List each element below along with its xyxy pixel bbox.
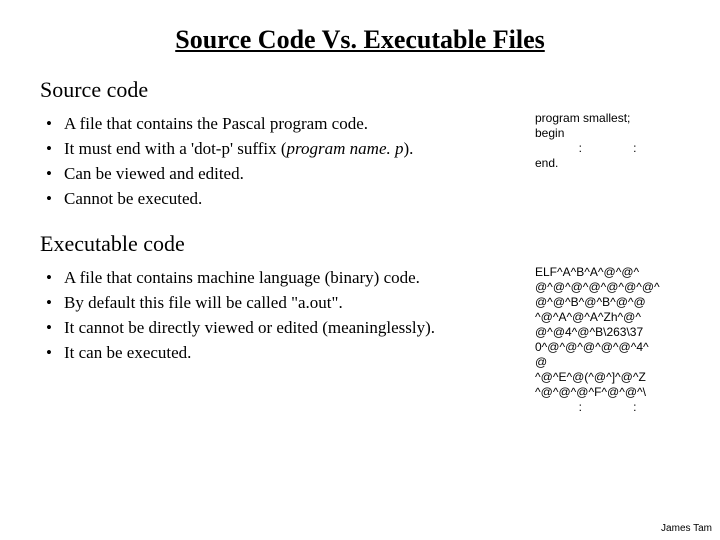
list-item: •Can be viewed and edited. [46,163,515,186]
code-line: ^@^E^@(^@^]^@^Z [535,370,680,385]
slide: Source Code Vs. Executable Files Source … [0,0,720,425]
section-heading-source: Source code [40,77,680,103]
list-item: •By default this file will be called "a.… [46,292,515,315]
slide-title: Source Code Vs. Executable Files [40,25,680,55]
code-line: end. [535,156,680,171]
list-item: •It cannot be directly viewed or edited … [46,317,515,340]
list-item: •A file that contains machine language (… [46,267,515,290]
ellipsis-row: :: [535,400,680,415]
code-line: begin [535,126,680,141]
bullet-list-executable: •A file that contains machine language (… [40,265,515,367]
bullet-italic: program name. p [287,139,404,158]
bullet-tail: ). [404,139,414,158]
list-item: •It can be executed. [46,342,515,365]
bullet-text: Cannot be executed. [64,189,202,208]
code-line: ^@^@^@^F^@^@^\ [535,385,680,400]
bullet-text: A file that contains the Pascal program … [64,114,368,133]
ellipsis-row: :: [535,141,680,156]
section-row-source: •A file that contains the Pascal program… [40,111,680,213]
footer-author: James Tam [661,523,712,534]
list-item: •A file that contains the Pascal program… [46,113,515,136]
code-line: @ [535,355,680,370]
code-line: @^@^@^@^@^@^@^ [535,280,680,295]
bullet-text: It must end with a 'dot-p' suffix ( [64,139,287,158]
bullet-text: Can be viewed and edited. [64,164,244,183]
code-sample-source: program smallest; begin :: end. [535,111,680,171]
list-item: •It must end with a 'dot-p' suffix (prog… [46,138,515,161]
code-line: ^@^A^@^A^Zh^@^ [535,310,680,325]
code-line: @^@^B^@^B^@^@ [535,295,680,310]
section-row-executable: •A file that contains machine language (… [40,265,680,415]
bullet-text: By default this file will be called "a.o… [64,293,343,312]
code-line: program smallest; [535,111,680,126]
code-sample-executable: ELF^A^B^A^@^@^ @^@^@^@^@^@^@^ @^@^B^@^B^… [535,265,680,415]
section-heading-executable: Executable code [40,231,680,257]
code-line: ELF^A^B^A^@^@^ [535,265,680,280]
bullet-text: It cannot be directly viewed or edited (… [64,318,435,337]
list-item: •Cannot be executed. [46,188,515,211]
code-line: 0^@^@^@^@^@^4^ [535,340,680,355]
bullet-list-source: •A file that contains the Pascal program… [40,111,515,213]
bullet-text: A file that contains machine language (b… [64,268,420,287]
bullet-text: It can be executed. [64,343,191,362]
code-line: @^@4^@^B\263\37 [535,325,680,340]
